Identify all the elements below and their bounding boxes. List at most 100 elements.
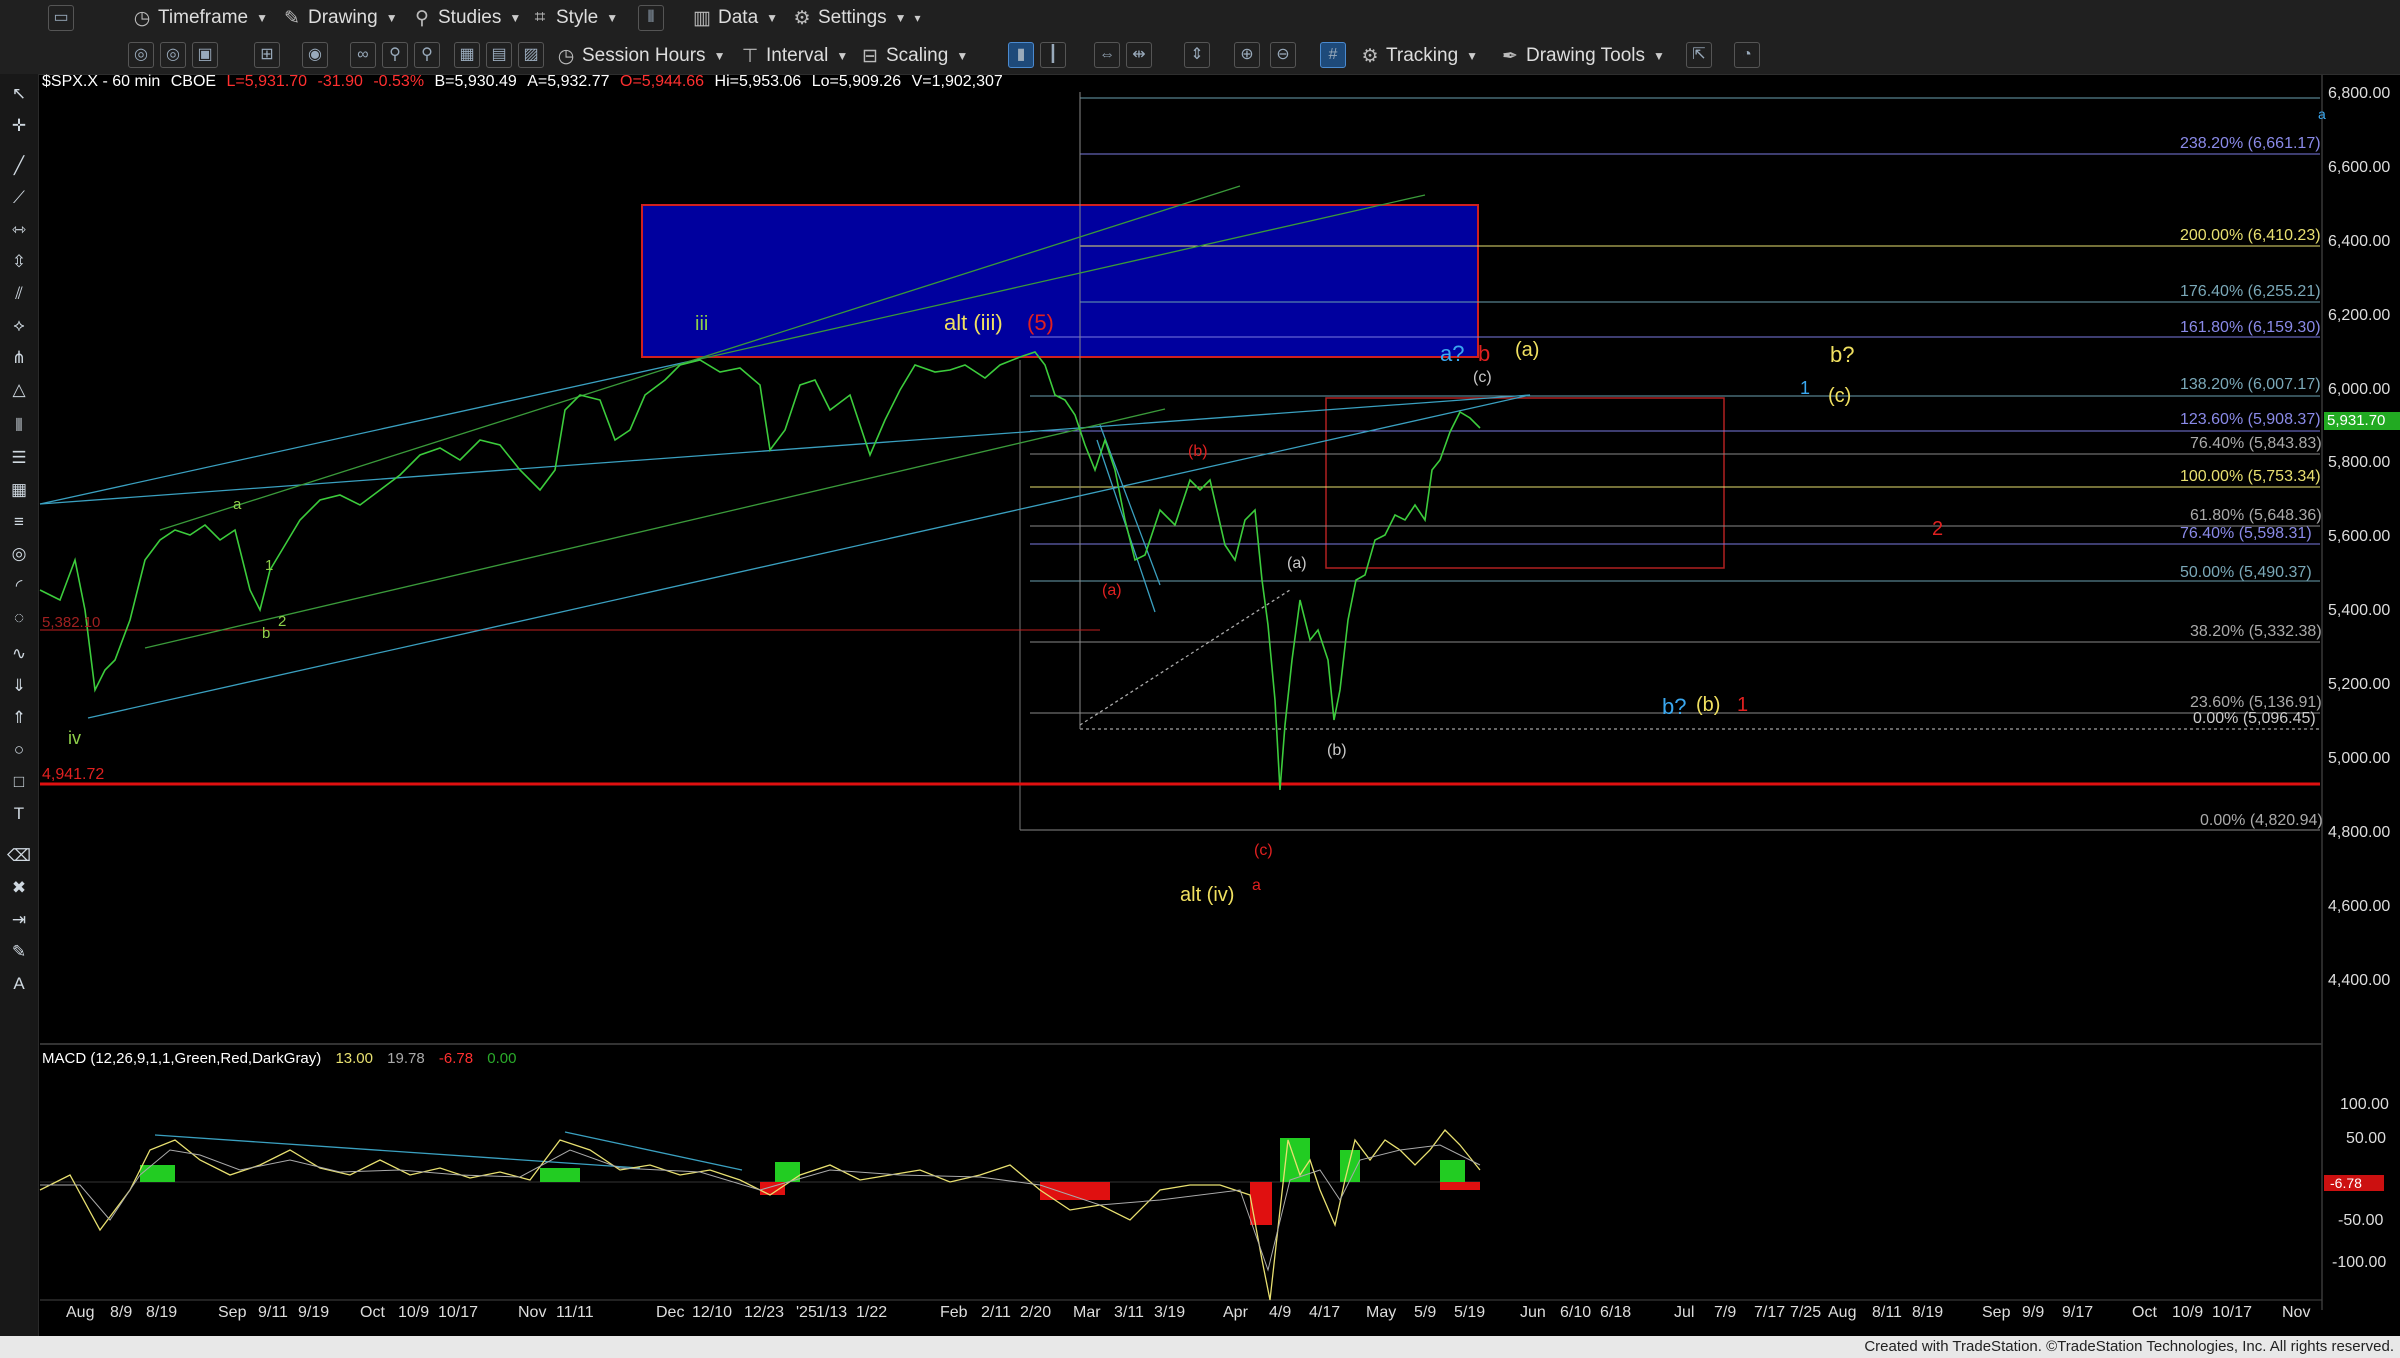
ellipse-icon[interactable]: ○ xyxy=(7,738,31,762)
chevron-down-icon: ▾ xyxy=(914,11,921,25)
timeframe-menu[interactable]: ◷ Timeframe ▼ xyxy=(132,5,268,31)
arrow-up-icon[interactable]: ⇑ xyxy=(7,706,31,730)
footer-bar: Created with TradeStation. ©TradeStation… xyxy=(0,1336,2400,1358)
chevron-down-icon: ▼ xyxy=(385,11,398,25)
channel-icon[interactable]: ⫽ xyxy=(7,282,31,306)
image-icon[interactable]: ▨ xyxy=(518,42,544,68)
ray-icon[interactable]: ⟋ xyxy=(7,186,31,210)
snap-icon[interactable]: ⇥ xyxy=(7,908,31,932)
spiral-icon[interactable]: ◎ xyxy=(7,542,31,566)
zoom-out-icon[interactable]: ⊖ xyxy=(1270,42,1296,68)
window-icon[interactable]: ▣ xyxy=(192,42,218,68)
timeframe-label: Timeframe xyxy=(158,7,249,28)
chevron-down-icon: ▼ xyxy=(836,49,849,63)
macd-tag-bg xyxy=(2324,1175,2384,1191)
triangle-icon[interactable]: △ xyxy=(7,378,31,402)
scaling-menu[interactable]: ⊟ Scaling ▼ xyxy=(860,43,968,69)
gear-icon: ⚙ xyxy=(793,7,811,29)
bar-chart-icon[interactable]: ▮ xyxy=(1008,42,1034,68)
tracking-icon: ⚙ xyxy=(1361,45,1379,67)
link-icon[interactable]: ◎ xyxy=(128,42,154,68)
data-menu[interactable]: ▥ Data ▼ xyxy=(692,5,778,31)
session-hours-label: Session Hours xyxy=(582,45,706,66)
binoculars-icon[interactable]: ∞ xyxy=(350,42,376,68)
settings-label: Settings xyxy=(818,7,887,28)
drawing-toolbar: ↖ ✛ ╱ ⟋ ⇿ ⇳ ⫽ ⟡ ⋔ △ ⦀ ☰ ▦ ≡ ◎ ◜ ◌ ∿ ⇓ ⇑ … xyxy=(0,74,39,1336)
crosshair-icon[interactable]: # xyxy=(1320,42,1346,68)
horizontal-line-icon[interactable]: ⇿ xyxy=(7,218,31,242)
chevron-down-icon: ▼ xyxy=(1652,49,1665,63)
cycle-icon[interactable]: ◌ xyxy=(7,606,31,630)
studies-icon: ⚲ xyxy=(415,7,429,29)
target-icon[interactable]: ◉ xyxy=(302,42,328,68)
layout-icon[interactable]: ⫴ xyxy=(638,5,664,31)
grid-icon[interactable]: ▦ xyxy=(454,42,480,68)
eraser-icon[interactable]: ⌫ xyxy=(7,844,31,868)
tracking-menu[interactable]: ⚙ Tracking ▼ xyxy=(1360,43,1478,69)
session-hours-menu[interactable]: ◷ Session Hours ▼ xyxy=(556,43,726,69)
drawing-tools-label: Drawing Tools xyxy=(1526,45,1645,66)
style-menu[interactable]: ⌗ Style ▼ xyxy=(530,5,619,31)
scaling-label: Scaling xyxy=(886,45,949,66)
export-icon[interactable]: ⇱ xyxy=(1686,42,1712,68)
arc-icon[interactable]: ◜ xyxy=(7,574,31,598)
price-axis xyxy=(2322,74,2400,1336)
chevron-down-icon: ▼ xyxy=(766,11,779,25)
studies-label: Studies xyxy=(438,7,502,28)
interval-menu[interactable]: ⊤ Interval ▼ xyxy=(740,43,848,69)
chevron-down-icon: ▼ xyxy=(956,49,969,63)
arrow-down-icon[interactable]: ⇓ xyxy=(7,674,31,698)
pointer-icon[interactable]: ↖ xyxy=(7,82,31,106)
chevron-down-icon: ▼ xyxy=(894,11,907,25)
clear-icon[interactable]: ✖ xyxy=(7,876,31,900)
bars-icon[interactable]: ⦀ xyxy=(7,414,31,438)
ladder-icon[interactable]: ☰ xyxy=(7,446,31,470)
rectangle-icon[interactable]: □ xyxy=(7,770,31,794)
pencil-icon: ✎ xyxy=(284,7,300,29)
table-icon[interactable]: ▦ xyxy=(7,478,31,502)
copyright-text: Created with TradeStation. ©TradeStation… xyxy=(1864,1338,2394,1355)
fib-icon[interactable]: ⟡ xyxy=(7,314,31,338)
vertical-line-icon[interactable]: ⇳ xyxy=(7,250,31,274)
chart-toolbar: ◎ ◎ ▣ ⊞ ◉ ∞ ⚲ ⚲ ▦ ▤ ▨ ◷ Session Hours ▼ ⊤ I… xyxy=(0,36,2400,75)
chevron-down-icon: ▼ xyxy=(1466,49,1479,63)
curve-icon[interactable]: ∿ xyxy=(7,642,31,666)
clock-icon: ◷ xyxy=(133,7,151,29)
drawing-label: Drawing xyxy=(308,7,378,28)
text-box-icon[interactable]: A xyxy=(7,972,31,996)
settings-menu[interactable]: ⚙ Settings ▼ ▾ xyxy=(792,5,921,31)
interval-label: Interval xyxy=(766,45,829,66)
pen-icon: ✒ xyxy=(1502,45,1518,67)
pitchfork-icon[interactable]: ⋔ xyxy=(7,346,31,370)
scaling-icon: ⊟ xyxy=(862,45,878,67)
crosshair-tool-icon[interactable]: ✛ xyxy=(7,114,31,138)
search-icon[interactable]: ⚲ xyxy=(382,42,408,68)
drawing-tools-menu[interactable]: ✒ Drawing Tools ▼ xyxy=(1500,43,1665,69)
chevron-down-icon: ▼ xyxy=(606,11,619,25)
price-chart[interactable] xyxy=(0,0,2400,1336)
interval-icon: ⊤ xyxy=(741,45,759,67)
macd-histogram-positive xyxy=(140,1138,1465,1182)
shift-icon[interactable]: ⇕ xyxy=(1184,42,1210,68)
list-icon[interactable]: ≡ xyxy=(7,510,31,534)
studies-menu[interactable]: ⚲ Studies ▼ xyxy=(412,5,521,31)
chevron-down-icon: ▼ xyxy=(713,49,726,63)
alert-icon[interactable]: ◔ xyxy=(1734,42,1760,68)
candle-icon[interactable]: ┃ xyxy=(1040,42,1066,68)
chart-icon[interactable]: ⊞ xyxy=(254,42,280,68)
zoom-icon[interactable]: ⚲ xyxy=(414,42,440,68)
expand-icon[interactable]: ⇹ xyxy=(1126,42,1152,68)
chevron-down-icon: ▼ xyxy=(509,11,522,25)
symbol-link-icon[interactable]: ◎ xyxy=(160,42,186,68)
compress-icon[interactable]: ⇔ xyxy=(1094,42,1120,68)
clock-icon: ◷ xyxy=(557,45,575,67)
text-icon[interactable]: T xyxy=(7,802,31,826)
trendline-icon[interactable]: ╱ xyxy=(7,154,31,178)
drawing-menu[interactable]: ✎ Drawing ▼ xyxy=(282,5,398,31)
brush-icon[interactable]: ✎ xyxy=(7,940,31,964)
calendar-icon[interactable]: ▤ xyxy=(486,42,512,68)
new-window-icon[interactable]: ▭ xyxy=(48,5,74,31)
last-price-tag-bg xyxy=(2324,412,2400,430)
data-icon: ▥ xyxy=(693,7,711,29)
zoom-in-icon[interactable]: ⊕ xyxy=(1234,42,1260,68)
